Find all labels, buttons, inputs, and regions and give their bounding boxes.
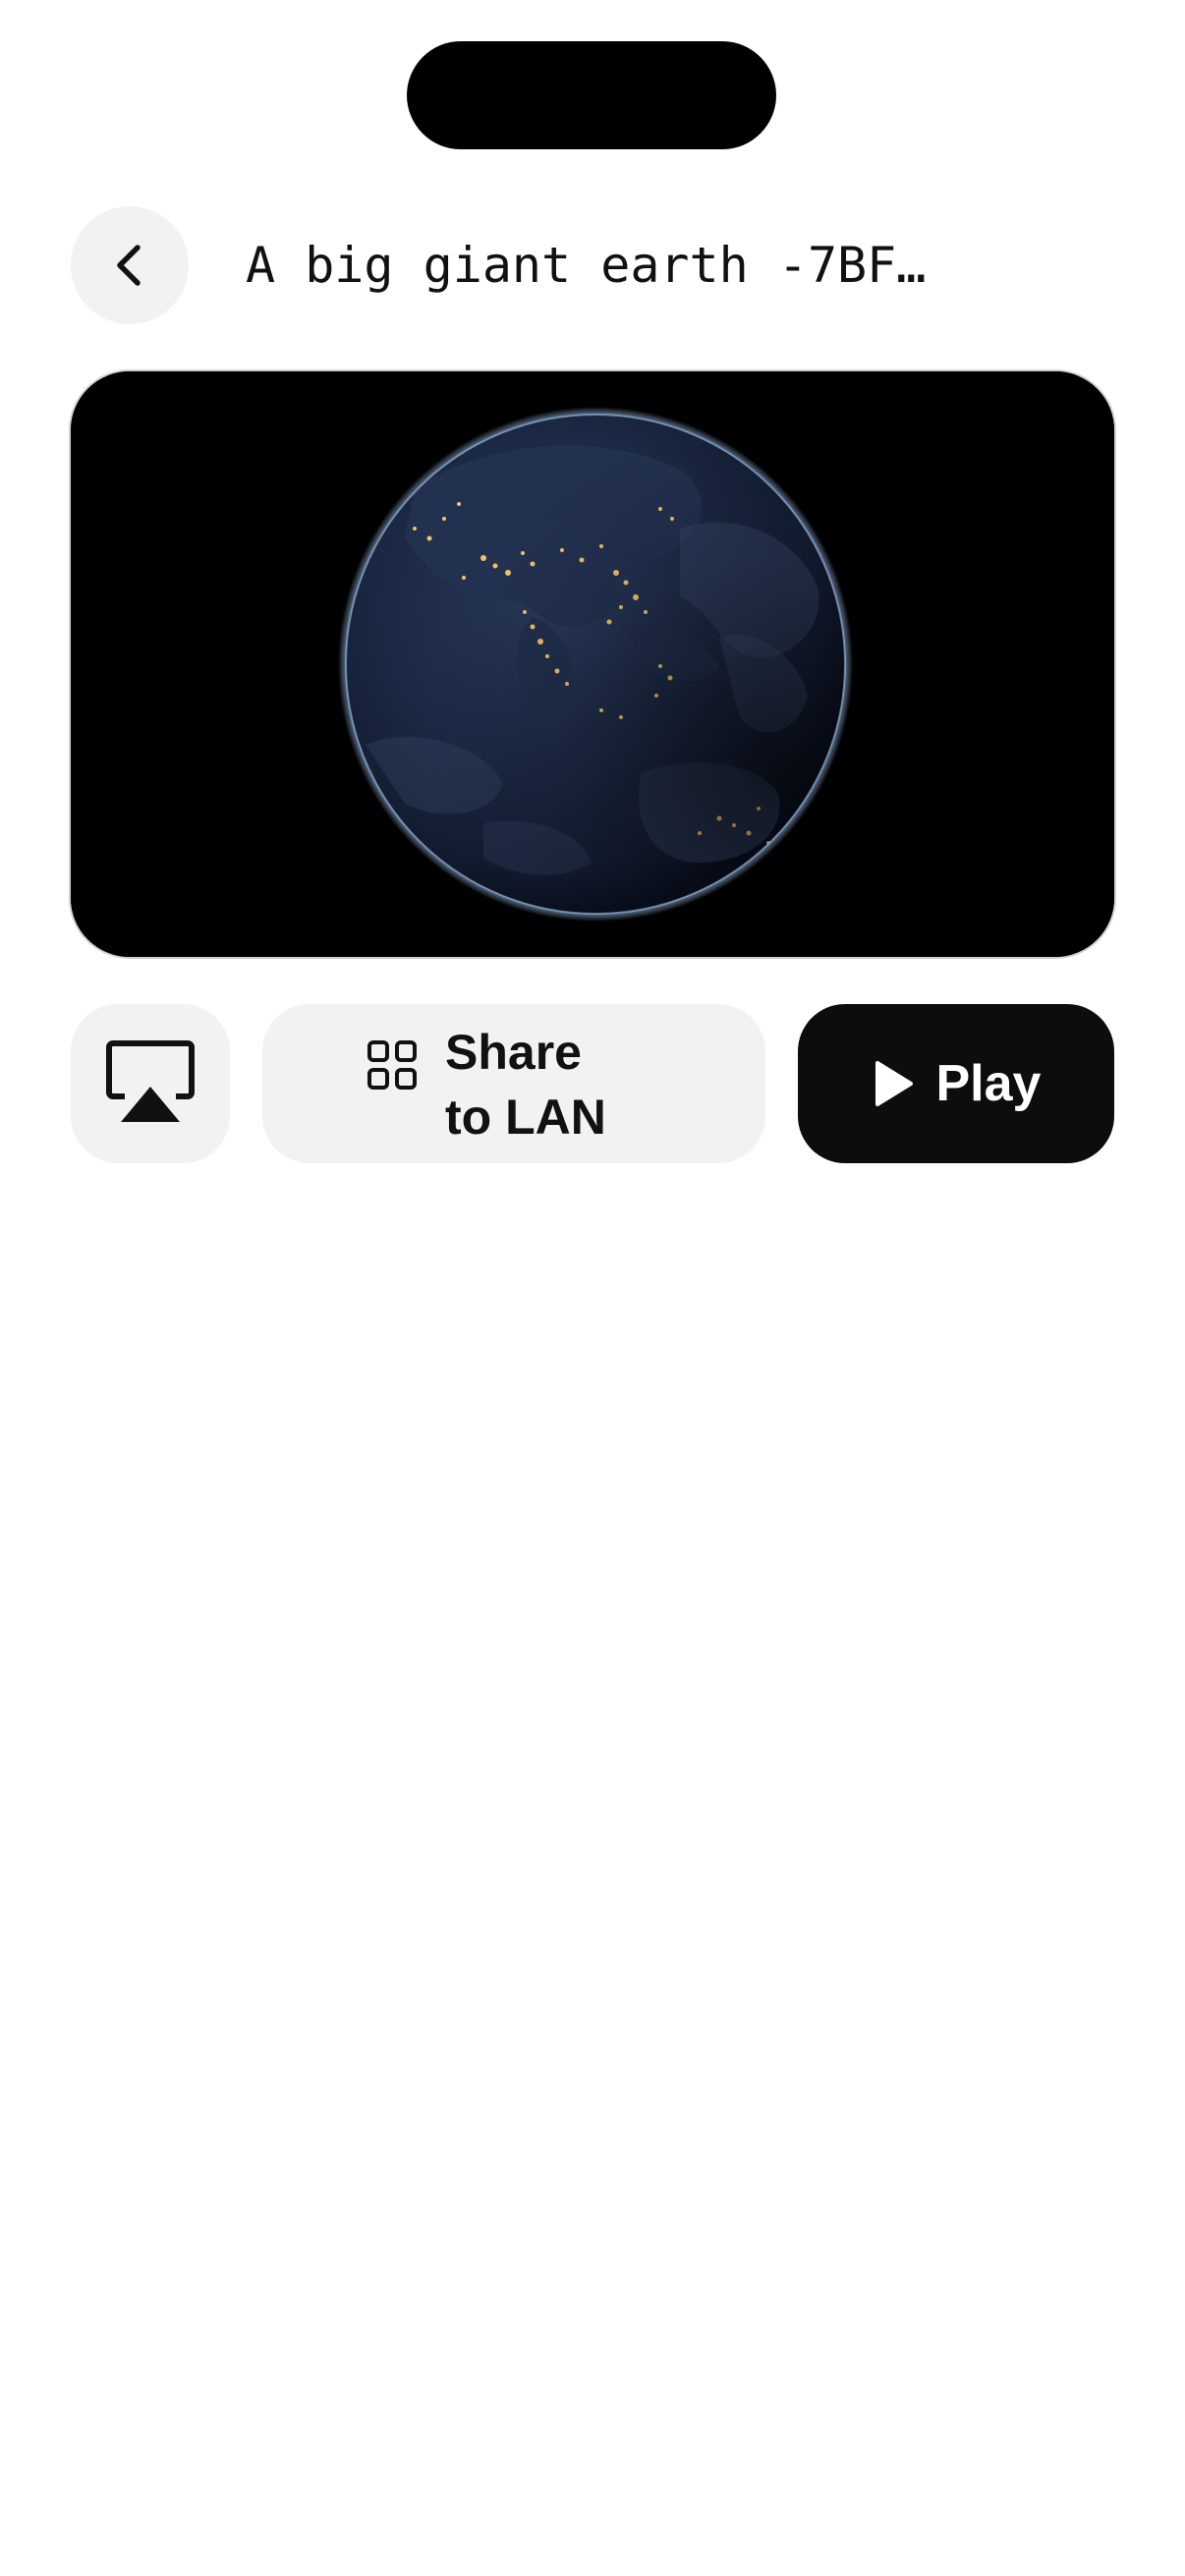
share-label: Share to LAN	[445, 1020, 661, 1149]
page-title: A big giant earth -7BF…	[246, 237, 927, 294]
dynamic-island	[407, 41, 776, 149]
share-label-line1: Share	[445, 1025, 582, 1080]
earth-image	[71, 371, 1114, 957]
chevron-left-icon	[117, 245, 141, 286]
back-button[interactable]	[71, 206, 189, 324]
play-icon	[875, 1061, 913, 1106]
video-preview[interactable]	[71, 371, 1114, 957]
play-button[interactable]: Play	[798, 1004, 1114, 1163]
airplay-icon	[106, 1040, 195, 1122]
airplay-button[interactable]	[71, 1004, 230, 1163]
grid-icon	[367, 1040, 417, 1090]
share-to-lan-button[interactable]: Share to LAN	[262, 1004, 765, 1163]
play-label: Play	[935, 1055, 1042, 1112]
share-label-line2: to LAN	[445, 1090, 606, 1145]
